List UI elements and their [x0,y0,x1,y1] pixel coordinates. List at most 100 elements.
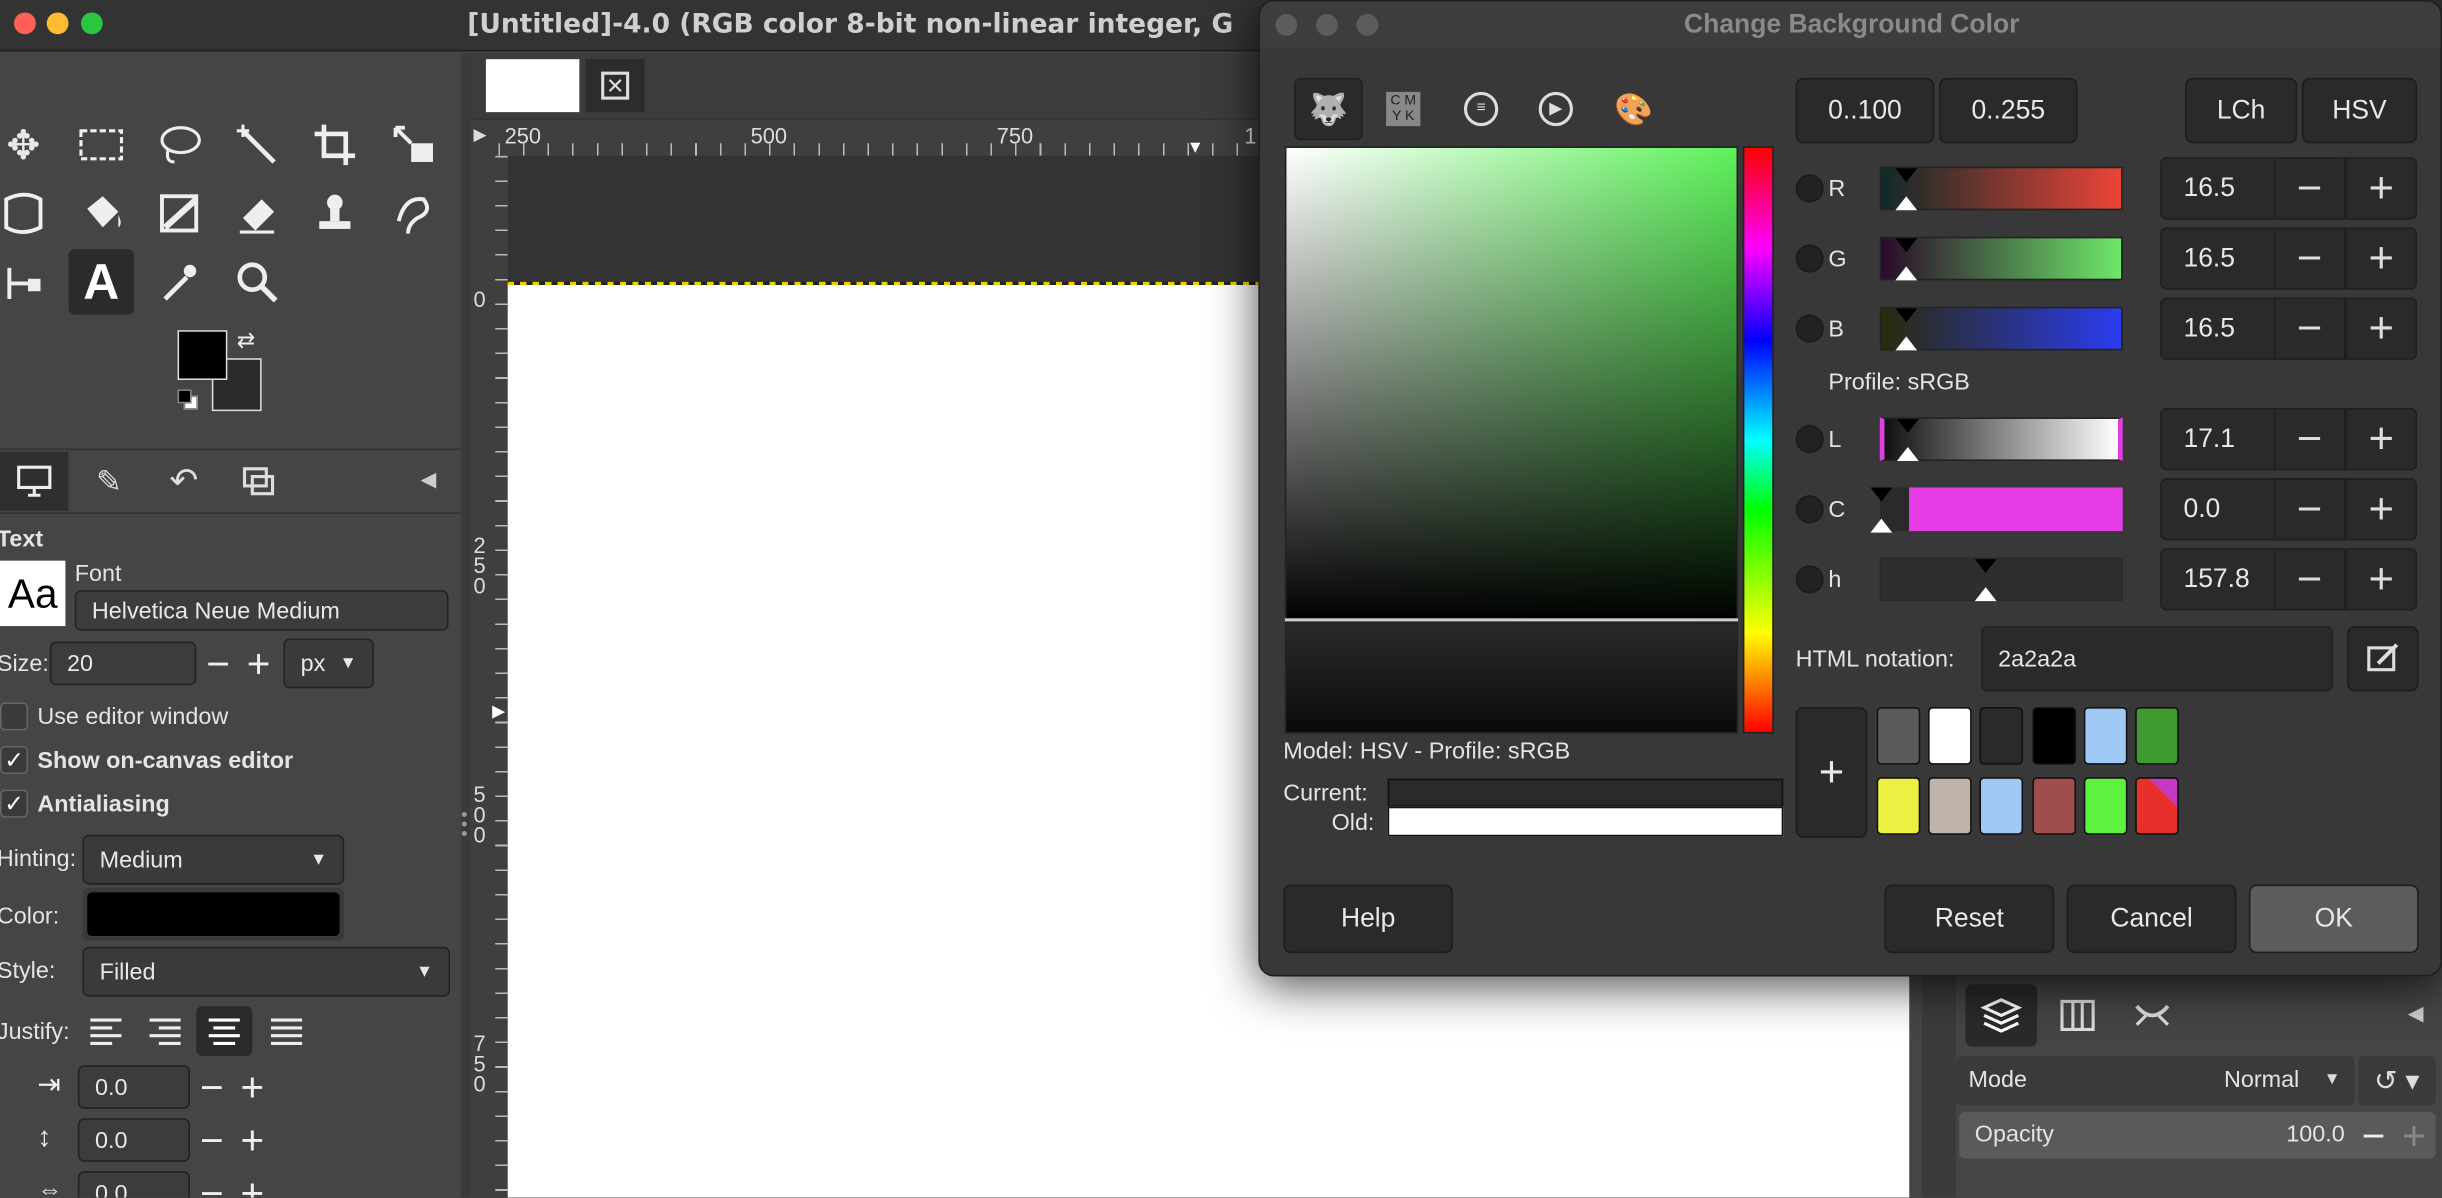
size-decrease-button[interactable]: − [199,639,236,686]
sv-lower-area[interactable] [1284,622,1739,734]
letter-spacing-increase-button[interactable]: + [234,1169,271,1198]
channel-h-slider[interactable] [1879,557,2123,602]
range-0-100-button[interactable]: 0..100 [1795,77,1935,144]
channel-r-slider[interactable] [1879,166,2123,211]
history-swatch[interactable] [1928,777,1972,835]
history-swatch[interactable] [1928,707,1972,765]
mode-reset-button[interactable]: ↺ ▾ [2357,1055,2436,1106]
channel-b-slider[interactable] [1879,306,2123,351]
channel-r-value[interactable]: 16.5 [2160,157,2276,220]
line-spacing-input[interactable]: 0.0 [77,1118,191,1162]
channel-g-increase-button[interactable]: + [2345,227,2418,290]
default-colors-icon[interactable] [177,389,200,411]
opacity-slider[interactable]: Opacity 100.0 − + [1959,1111,2436,1159]
show-editor-checkbox[interactable]: ✓ [0,745,29,775]
style-select[interactable]: Filled ▼ [82,946,451,997]
help-button[interactable]: Help [1283,884,1454,954]
rect-select-tool-icon[interactable] [69,112,134,177]
lasso-tool-icon[interactable] [146,112,211,177]
hinting-select[interactable]: Medium ▼ [82,834,345,885]
swap-colors-icon[interactable]: ⇄ [237,327,255,353]
add-swatch-button[interactable]: + [1795,707,1868,838]
range-0-255-button[interactable]: 0..255 [1938,77,2078,144]
zoom-tool-icon[interactable] [224,249,289,314]
indent-input[interactable]: 0.0 [77,1065,191,1109]
channel-l-slider[interactable] [1879,417,2123,461]
color-picker-tool-icon[interactable] [146,249,211,314]
zoom-window-button[interactable] [80,12,103,35]
justify-right-icon[interactable] [143,1009,187,1053]
mode-select[interactable]: Mode Normal ▼ [1956,1055,2355,1106]
move-tool-icon[interactable]: ✥ [0,112,56,177]
foreground-color-swatch[interactable] [177,330,228,381]
channel-h-value[interactable]: 157.8 [2160,548,2276,611]
gimp-selector-tab[interactable]: 🐺 [1294,77,1363,141]
image-tab-thumbnail[interactable] [485,59,580,113]
paths-tab-icon[interactable] [2118,984,2187,1046]
dock-separator[interactable] [460,52,471,1198]
unified-transform-tool-icon[interactable] [380,112,445,177]
ruler-menu-icon[interactable]: ▶ [473,125,486,145]
channel-b-radio[interactable] [1795,314,1824,343]
letter-spacing-decrease-button[interactable]: − [193,1169,230,1198]
lch-button[interactable]: LCh [2185,77,2298,144]
font-input[interactable]: Helvetica Neue Medium [74,590,449,631]
indent-increase-button[interactable]: + [234,1063,271,1110]
crop-tool-icon[interactable] [302,112,367,177]
layers-dock-menu-icon[interactable]: ◀ [2408,1001,2424,1026]
dialog-minimize-button[interactable] [1316,14,1338,36]
channel-g-decrease-button[interactable]: − [2273,227,2346,290]
close-image-tab-button[interactable]: ✕ [585,59,645,113]
history-swatch[interactable] [2083,707,2128,765]
cmyk-selector-tab[interactable]: C MY K [1369,78,1438,140]
channel-l-radio[interactable] [1795,425,1824,454]
html-notation-input[interactable]: 2a2a2a [1981,626,2333,692]
close-window-button[interactable] [14,12,36,35]
dock-menu-icon[interactable]: ◀ [420,467,436,492]
opacity-decrease-button[interactable]: − [2355,1111,2392,1159]
justify-left-icon[interactable] [84,1009,128,1053]
history-swatch[interactable] [2032,707,2077,765]
drag-handle-icon[interactable]: • • • [461,805,468,842]
use-editor-checkbox[interactable] [0,702,29,731]
layers-tab-icon[interactable] [1965,984,2038,1047]
history-swatch[interactable] [2135,777,2179,835]
channel-g-value[interactable]: 16.5 [2160,227,2276,290]
tool-options-tab-icon[interactable] [0,451,69,511]
smudge-tool-icon[interactable] [380,181,445,246]
font-preview[interactable]: Aa [0,560,66,627]
path-tool-icon[interactable] [0,249,56,314]
eraser-tool-icon[interactable] [224,181,289,246]
history-swatch[interactable] [2032,777,2077,835]
watercolor-selector-tab[interactable]: ≡ [1447,78,1516,140]
channel-b-decrease-button[interactable]: − [2273,297,2346,360]
letter-spacing-input[interactable]: 0.0 [77,1171,191,1198]
channels-tab-icon[interactable] [2043,984,2112,1046]
clone-tool-icon[interactable] [302,181,367,246]
channel-r-increase-button[interactable]: + [2345,157,2418,220]
channel-l-value[interactable]: 17.1 [2160,408,2276,471]
history-swatch[interactable] [1979,707,2024,765]
channel-c-value[interactable]: 0.0 [2160,478,2276,541]
channel-c-increase-button[interactable]: + [2345,478,2418,541]
bucket-fill-tool-icon[interactable] [69,181,134,246]
channel-l-increase-button[interactable]: + [2345,408,2418,471]
text-tool-icon[interactable]: A [68,249,134,315]
channel-c-radio[interactable] [1795,495,1824,524]
hue-strip[interactable] [1742,146,1774,734]
history-swatch[interactable] [2135,707,2179,765]
line-spacing-increase-button[interactable]: + [234,1116,271,1163]
eyedropper-button[interactable] [2347,626,2419,692]
antialiasing-checkbox[interactable]: ✓ [0,789,29,818]
justify-fill-icon[interactable] [265,1009,309,1053]
line-spacing-decrease-button[interactable]: − [193,1116,230,1163]
channel-r-radio[interactable] [1795,174,1824,203]
history-swatch[interactable] [2083,777,2128,835]
images-tab-icon[interactable] [224,452,293,511]
justify-center-icon[interactable] [196,1006,253,1056]
opacity-increase-button[interactable]: + [2395,1111,2432,1159]
reset-button[interactable]: Reset [1884,884,2055,954]
device-status-tab-icon[interactable]: ✎ [75,452,144,511]
indent-decrease-button[interactable]: − [193,1063,230,1110]
channel-g-slider[interactable] [1879,236,2123,281]
